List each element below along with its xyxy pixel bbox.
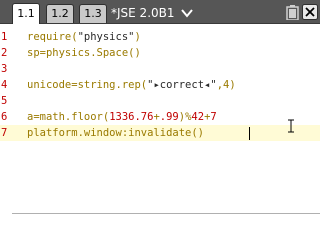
code-line[interactable]: 2 sp=physics.Space() [0, 45, 320, 61]
close-icon[interactable] [302, 4, 318, 20]
tab-1-2[interactable]: 1.2 [46, 4, 74, 23]
tab-1-1[interactable]: 1.1 [12, 3, 40, 24]
ibeam-cursor-icon [288, 119, 294, 133]
line-number: 5 [1, 95, 8, 107]
text-caret [249, 127, 250, 140]
code-line[interactable]: 4 unicode=string.rep("▸correct◂",4) [0, 77, 320, 93]
line-number: 4 [1, 79, 8, 91]
code-line-current[interactable]: 7 platform.window:invalidate() [0, 125, 320, 141]
line-number: 2 [1, 47, 8, 59]
code-line[interactable]: 1 require("physics") [0, 29, 320, 45]
code-line[interactable]: 5 [0, 93, 320, 109]
document-title-label: *JSE 2.0B1 [111, 6, 175, 20]
battery-icon [286, 5, 299, 20]
line-number: 7 [1, 127, 8, 139]
code-text: sp=physics.Space() [27, 47, 141, 59]
code-line[interactable]: 3 [0, 61, 320, 77]
tab-1-3[interactable]: 1.3 [79, 4, 107, 23]
line-number: 6 [1, 111, 8, 123]
line-number: 3 [1, 63, 8, 75]
script-editor[interactable]: 1 require("physics") 2 sp=physics.Space(… [0, 25, 320, 214]
code-text: unicode=string.rep("▸correct◂",4) [27, 79, 236, 91]
bottom-area [0, 215, 320, 240]
code-text: platform.window:invalidate() [27, 127, 205, 139]
document-title[interactable]: *JSE 2.0B1 [111, 4, 194, 22]
title-bar: 1.1 1.2 1.3 *JSE 2.0B1 [0, 0, 320, 24]
code-text: require("physics") [27, 31, 141, 43]
line-number: 1 [1, 31, 8, 43]
code-text: a=math.floor(1336.76+.99)%42+7 [27, 111, 217, 123]
code-line[interactable]: 6 a=math.floor(1336.76+.99)%42+7 [0, 109, 320, 125]
chevron-down-icon[interactable] [180, 8, 194, 18]
